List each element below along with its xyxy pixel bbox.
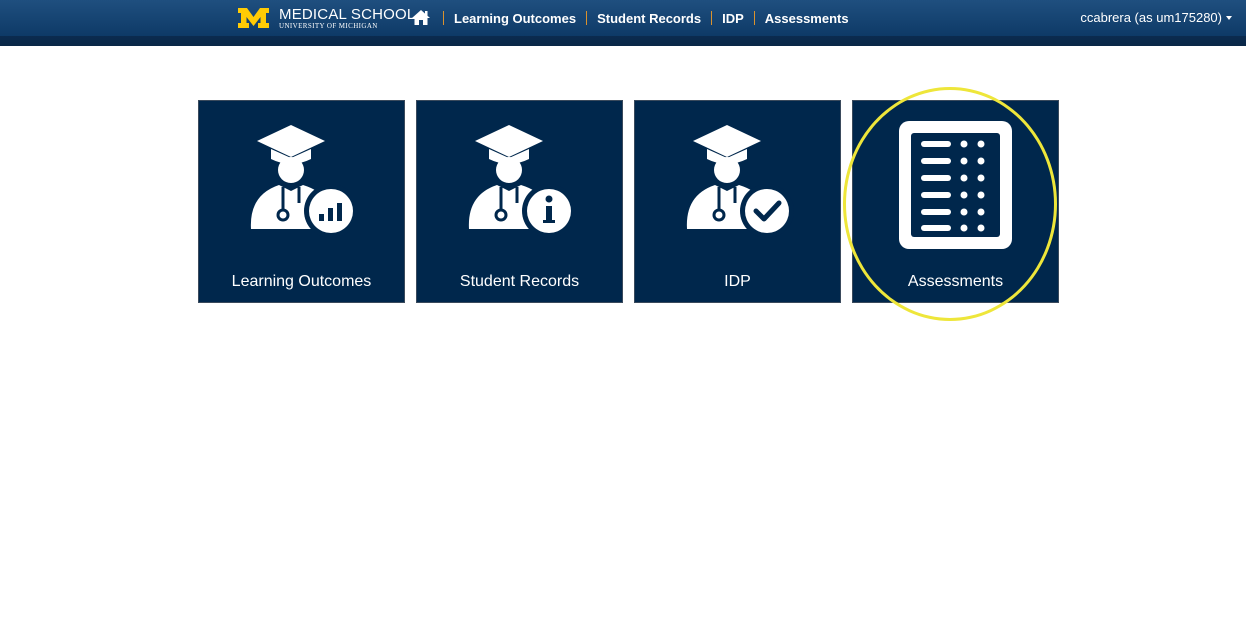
tile-label: Assessments [907, 273, 1004, 290]
nav-student-records[interactable]: Student Records [587, 11, 711, 26]
caret-down-icon [1226, 15, 1232, 20]
student-chart-icon [250, 125, 358, 238]
home-icon[interactable] [411, 9, 431, 26]
top-navbar: MEDICAL SCHOOL UNIVERSITY OF MICHIGAN Le… [0, 0, 1246, 36]
tile-learning-outcomes[interactable]: Learning Outcomes [198, 100, 405, 303]
user-menu[interactable]: ccabrera (as um175280) [1080, 10, 1232, 25]
nav-idp[interactable]: IDP [712, 11, 754, 26]
user-label: ccabrera (as um175280) [1080, 10, 1222, 25]
student-check-icon [686, 125, 794, 238]
navbar-bottom-band [0, 36, 1246, 46]
main-nav: Learning Outcomes Student Records IDP As… [443, 0, 859, 36]
block-m-logo-icon [238, 8, 269, 28]
tile-assessments[interactable]: Assessments [852, 100, 1059, 303]
tile-label: Student Records [459, 273, 580, 290]
nav-assessments[interactable]: Assessments [755, 11, 859, 26]
student-info-icon [468, 125, 576, 238]
tile-grid: Learning Outcomes Student Records IDP As… [198, 100, 1059, 303]
brand-logo[interactable]: MEDICAL SCHOOL UNIVERSITY OF MICHIGAN [237, 6, 415, 30]
brand-text: MEDICAL SCHOOL UNIVERSITY OF MICHIGAN [279, 7, 415, 30]
nav-learning-outcomes[interactable]: Learning Outcomes [444, 11, 586, 26]
tile-label: IDP [724, 273, 751, 290]
tile-label: Learning Outcomes [231, 273, 372, 290]
tile-student-records[interactable]: Student Records [416, 100, 623, 303]
tile-idp[interactable]: IDP [634, 100, 841, 303]
assessment-list-icon [899, 121, 1012, 249]
brand-subtitle: UNIVERSITY OF MICHIGAN [279, 21, 378, 30]
brand-title: MEDICAL SCHOOL [279, 5, 416, 23]
